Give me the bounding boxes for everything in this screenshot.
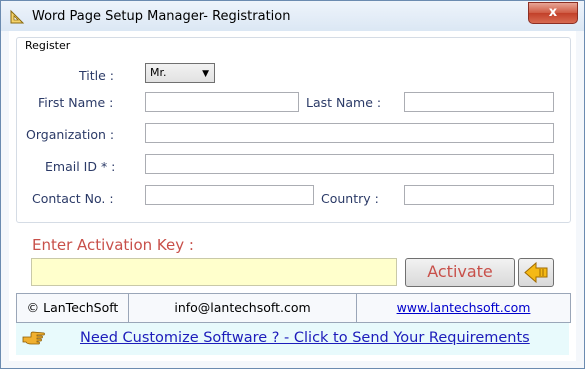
contact-label: Contact No. : [32,191,114,206]
chevron-down-icon: ▼ [202,69,209,79]
copyright-text: © LanTechSoft [17,294,129,322]
website-cell: www.lantechsoft.com [357,294,570,322]
activation-key-input[interactable] [31,258,397,286]
first-name-field[interactable] [145,92,299,112]
website-link[interactable]: www.lantechsoft.com [397,300,531,315]
last-name-field[interactable] [404,92,554,112]
customize-bar: Need Customize Software ? - Click to Sen… [16,323,569,355]
register-group-label: Register [22,39,74,52]
close-button[interactable]: x [528,2,578,24]
footer-info-row: © LanTechSoft info@lantechsoft.com www.l… [16,293,571,323]
country-label: Country : [321,191,379,206]
customize-software-link[interactable]: Need Customize Software ? - Click to Sen… [80,330,530,346]
title-select[interactable]: Mr. ▼ [145,63,215,83]
title-label: Title : [79,68,114,83]
activate-button[interactable]: Activate [405,258,515,287]
window-title: Word Page Setup Manager- Registration [32,9,291,24]
organization-field[interactable] [145,123,554,143]
back-button[interactable] [518,258,554,287]
last-name-label: Last Name : [306,95,382,110]
activation-key-label: Enter Activation Key : [32,236,194,254]
setsquare-icon [10,9,25,24]
first-name-label: First Name : [38,95,114,110]
contact-field[interactable] [145,185,314,205]
arrow-left-icon [524,261,548,284]
registration-window: Word Page Setup Manager- Registration x … [0,0,585,369]
pointing-hand-icon [22,331,45,345]
email-field[interactable] [145,154,554,174]
country-field[interactable] [404,185,554,205]
email-label: Email ID * : [45,159,116,174]
organization-label: Organization : [26,127,115,142]
contact-email: info@lantechsoft.com [129,294,357,322]
title-bar[interactable]: Word Page Setup Manager- Registration x [1,1,584,31]
close-icon: x [548,5,558,20]
title-select-value: Mr. [150,66,167,79]
